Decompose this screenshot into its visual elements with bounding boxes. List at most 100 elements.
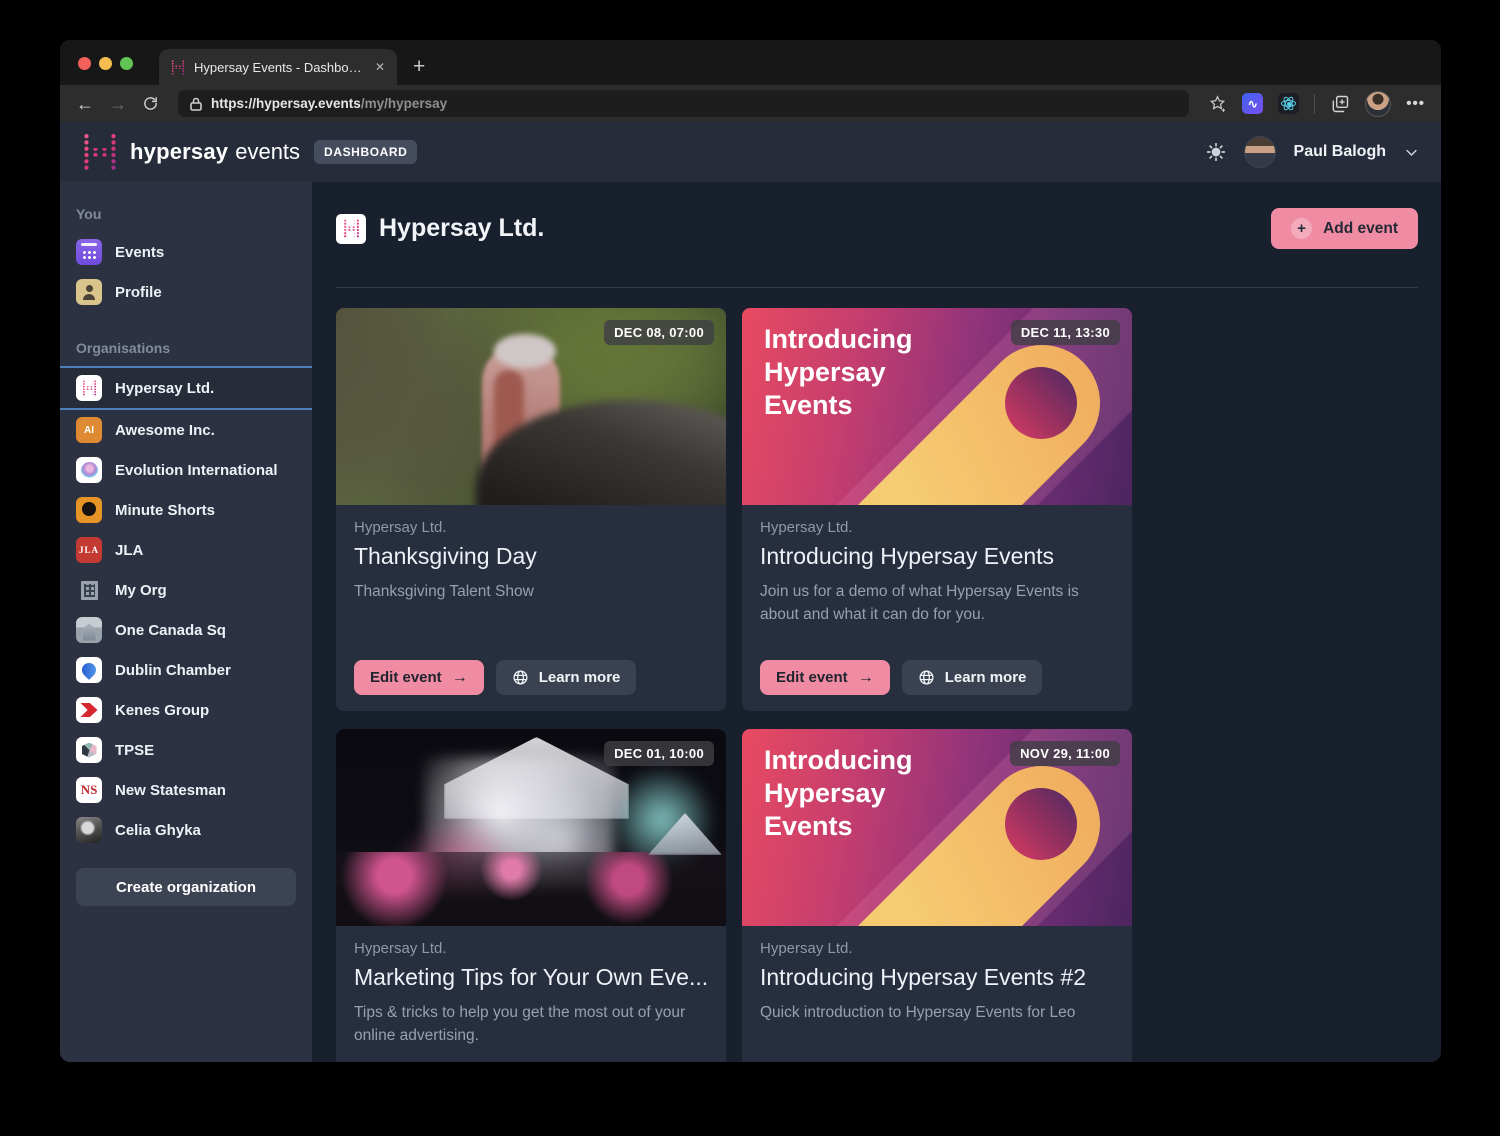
events-grid: DEC 08, 07:00 Hypersay Ltd. Thanksgiving…	[336, 308, 1418, 1062]
sidebar-item-label: Minute Shorts	[115, 502, 215, 519]
zoom-window-button[interactable]	[120, 57, 133, 70]
sidebar-item-label: Celia Ghyka	[115, 822, 201, 839]
event-title: Introducing Hypersay Events #2	[760, 964, 1114, 991]
event-date-badge: NOV 29, 11:00	[1010, 741, 1120, 766]
building-icon	[76, 577, 102, 603]
edit-event-button[interactable]: Edit event→	[354, 660, 484, 695]
sidebar-item-label: JLA	[115, 542, 143, 559]
event-description: Join us for a demo of what Hypersay Even…	[760, 580, 1114, 627]
sidebar-item-organisation[interactable]: Kenes Group	[60, 690, 312, 730]
forward-icon[interactable]: →	[109, 95, 127, 113]
banner-title: Introducing Hypersay Events	[764, 323, 912, 422]
sidebar-item-label: TPSE	[115, 742, 154, 759]
browser-tab[interactable]: Hypersay Events - Dashboard ✕	[159, 49, 397, 85]
event-card: DEC 01, 10:00 Hypersay Ltd. Marketing Ti…	[336, 729, 726, 1062]
hypersay-logo	[76, 375, 102, 401]
react-devtools-icon[interactable]	[1278, 93, 1299, 114]
edit-event-button[interactable]: Edit event→	[760, 660, 890, 695]
event-date-badge: DEC 08, 07:00	[604, 320, 714, 345]
brand-name: hypersay	[130, 139, 228, 165]
calendar-icon	[76, 239, 102, 265]
sidebar-item-organisation[interactable]: Minute Shorts	[60, 490, 312, 530]
event-card: Introducing Hypersay Events NOV 29, 11:0…	[742, 729, 1132, 1062]
sidebar-item-events[interactable]: Events	[60, 232, 312, 272]
sidebar-item-label: New Statesman	[115, 782, 226, 799]
learn-more-button[interactable]: Learn more	[902, 660, 1043, 695]
sidebar-item-label: Hypersay Ltd.	[115, 380, 214, 397]
sidebar-item-label: Evolution International	[115, 462, 278, 479]
arrow-right-icon: →	[452, 669, 468, 687]
tab-title: Hypersay Events - Dashboard	[194, 60, 366, 75]
sidebar-item-organisation[interactable]: AI Awesome Inc.	[60, 410, 312, 450]
reload-icon[interactable]	[142, 95, 159, 112]
brand-suffix: events	[235, 139, 300, 165]
sidebar-item-label: Dublin Chamber	[115, 662, 231, 679]
sidebar-item-label: My Org	[115, 582, 167, 599]
jla-logo: JLA	[76, 537, 102, 563]
browser-profile-avatar[interactable]	[1365, 91, 1391, 117]
globe-icon	[512, 669, 529, 686]
event-title: Introducing Hypersay Events	[760, 543, 1114, 570]
add-event-button[interactable]: + Add event	[1271, 208, 1418, 249]
event-title: Thanksgiving Day	[354, 543, 708, 570]
user-avatar[interactable]	[1244, 136, 1276, 168]
sidebar-item-organisation[interactable]: Hypersay Ltd.	[60, 366, 312, 410]
address-bar[interactable]: https://hypersay.events/my/hypersay	[178, 90, 1189, 117]
sidebar-item-organisation[interactable]: Dublin Chamber	[60, 650, 312, 690]
create-organization-button[interactable]: Create organization	[76, 868, 296, 906]
sidebar-item-profile[interactable]: Profile	[60, 272, 312, 312]
sidebar-item-label: Awesome Inc.	[115, 422, 215, 439]
event-card-image: Introducing Hypersay Events NOV 29, 11:0…	[742, 729, 1132, 926]
sidebar-item-organisation[interactable]: My Org	[60, 570, 312, 610]
main-content: Hypersay Ltd. + Add event DEC 08, 07:00 …	[312, 182, 1441, 1062]
sidebar-item-organisation[interactable]: One Canada Sq	[60, 610, 312, 650]
back-icon[interactable]: ←	[76, 95, 94, 113]
sidebar-item-organisation[interactable]: TPSE	[60, 730, 312, 770]
banner-title: Introducing Hypersay Events	[764, 744, 912, 843]
theme-toggle-sun-icon[interactable]	[1206, 142, 1226, 162]
user-name[interactable]: Paul Balogh	[1294, 143, 1386, 161]
browser-toolbar: ← → https://hypersay.events/my/hypersay …	[60, 85, 1441, 122]
sidebar-item-organisation[interactable]: Celia Ghyka	[60, 810, 312, 850]
arrow-right-icon: →	[858, 669, 874, 687]
sidebar-section-organisations: Organisations	[60, 340, 312, 356]
browser-menu-icon[interactable]: •••	[1406, 95, 1425, 112]
event-title: Marketing Tips for Your Own Eve...	[354, 964, 708, 991]
event-description: Thanksgiving Talent Show	[354, 580, 708, 603]
browser-window: Hypersay Events - Dashboard ✕ + ← → http…	[60, 40, 1441, 1062]
event-date-badge: DEC 01, 10:00	[604, 741, 714, 766]
event-org-name: Hypersay Ltd.	[354, 519, 708, 536]
close-window-button[interactable]	[78, 57, 91, 70]
extension-icon[interactable]: ∿	[1242, 93, 1263, 114]
sidebar: You Events Profile Organisations Hypersa…	[60, 182, 312, 1062]
dublin-chamber-logo	[76, 657, 102, 683]
sidebar-item-organisation[interactable]: NS New Statesman	[60, 770, 312, 810]
browser-tab-strip: Hypersay Events - Dashboard ✕ +	[60, 40, 1441, 85]
new-tab-button[interactable]: +	[413, 55, 425, 79]
dashboard-badge: DASHBOARD	[314, 140, 417, 164]
minute-shorts-logo	[76, 497, 102, 523]
tab-close-icon[interactable]: ✕	[375, 61, 385, 73]
chevron-down-icon[interactable]	[1404, 145, 1419, 160]
sidebar-item-organisation[interactable]: Evolution International	[60, 450, 312, 490]
learn-more-button[interactable]: Learn more	[496, 660, 637, 695]
tag-hole-shape	[1005, 788, 1077, 860]
event-date-badge: DEC 11, 13:30	[1011, 320, 1120, 345]
celia-ghyka-avatar	[76, 817, 102, 843]
toolbar-divider	[1314, 94, 1315, 114]
sidebar-item-label: Kenes Group	[115, 702, 209, 719]
new-statesman-logo: NS	[76, 777, 102, 803]
tpse-logo	[76, 737, 102, 763]
collections-icon[interactable]	[1330, 94, 1350, 114]
url-text: https://hypersay.events/my/hypersay	[211, 95, 447, 113]
tag-hole-shape	[1005, 367, 1077, 439]
sidebar-item-label: Profile	[115, 284, 162, 301]
sidebar-section-you: You	[60, 206, 312, 222]
hypersay-logo	[82, 133, 118, 171]
minimize-window-button[interactable]	[99, 57, 112, 70]
event-card: DEC 08, 07:00 Hypersay Ltd. Thanksgiving…	[336, 308, 726, 711]
sidebar-item-organisation[interactable]: JLA JLA	[60, 530, 312, 570]
favorite-star-icon[interactable]	[1208, 94, 1227, 113]
event-card-image: DEC 08, 07:00	[336, 308, 726, 505]
event-description: Quick introduction to Hypersay Events fo…	[760, 1001, 1114, 1024]
